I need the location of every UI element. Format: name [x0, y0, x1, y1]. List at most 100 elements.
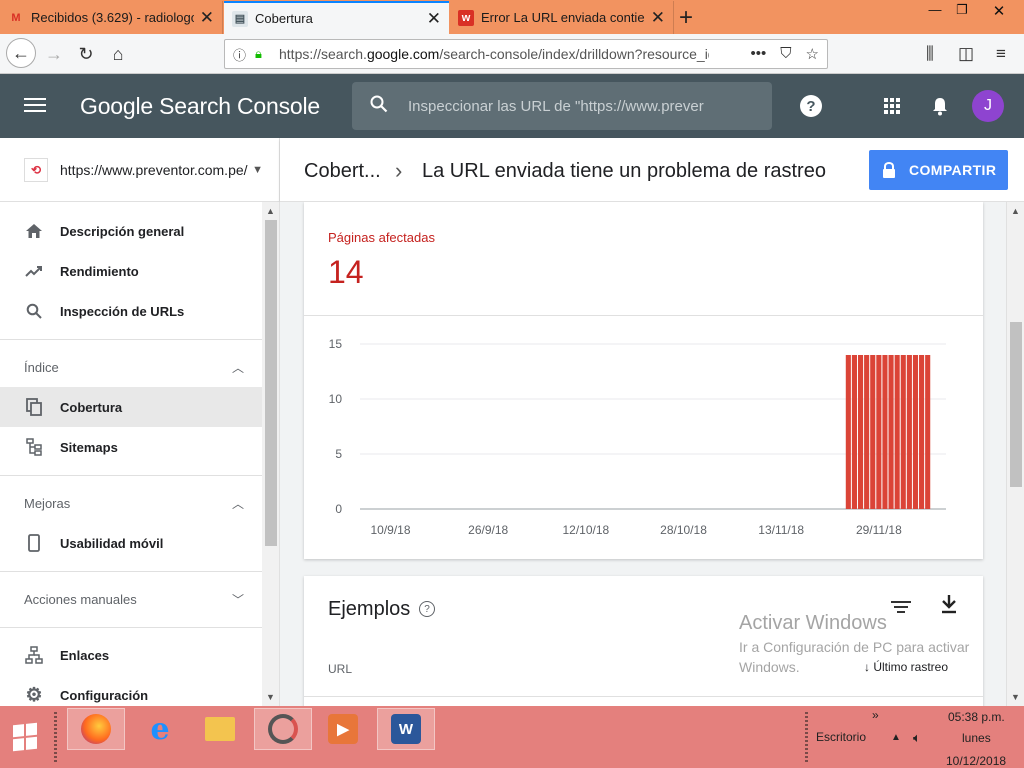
show-hidden-icons-icon[interactable]: ▲	[891, 732, 901, 743]
y-tick-label: 15	[329, 337, 343, 351]
sidebar-item-url-inspection[interactable]: Inspección de URLs	[0, 291, 262, 331]
url-inspection-search-input[interactable]: Inspeccionar las URL de "https://www.pre…	[352, 82, 772, 130]
clock-time[interactable]: 05:38 p.m.	[948, 710, 1005, 724]
apps-grid-icon[interactable]	[880, 94, 904, 118]
clock-day[interactable]: lunes	[962, 731, 991, 745]
scroll-up-icon[interactable]: ▲	[1011, 206, 1020, 216]
close-icon[interactable]: ✕	[651, 8, 665, 28]
clock-date[interactable]: 10/12/2018	[946, 754, 1006, 768]
windows-activation-watermark-title: Activar Windows	[739, 612, 887, 634]
chart-bar	[906, 355, 912, 509]
sidebar-section-manual-actions[interactable]: Acciones manuales ﹀	[0, 579, 262, 619]
breadcrumb-parent-link[interactable]: Cobert...	[304, 160, 381, 183]
page-title: La URL enviada tiene un problema de rast…	[422, 160, 826, 182]
download-icon[interactable]	[940, 594, 958, 619]
scroll-down-icon[interactable]: ▼	[1011, 692, 1020, 702]
library-icon[interactable]: ⫼	[926, 44, 934, 64]
info-icon[interactable]: ⓘ	[233, 45, 251, 64]
section-label: Mejoras	[24, 495, 71, 511]
share-button[interactable]: COMPARTIR	[869, 150, 1008, 190]
tab-title: Recibidos (3.629) - radiologose	[31, 10, 194, 25]
desktop-toolbar-label[interactable]: Escritorio	[816, 730, 866, 744]
forward-button[interactable]: →	[40, 40, 68, 68]
divider	[304, 696, 983, 697]
avatar[interactable]: J	[972, 90, 1004, 122]
sidebar-section-improvements[interactable]: Mejoras ︿	[0, 483, 262, 523]
pocket-icon[interactable]: ⛉	[780, 45, 791, 63]
volume-icon[interactable]: 🔈︎	[913, 730, 921, 746]
taskbar-app-sync[interactable]	[254, 708, 312, 750]
sidebar-scrollbar[interactable]: ▲ ▼	[262, 202, 280, 706]
taskbar-app-file-explorer[interactable]	[191, 708, 249, 750]
menu-icon[interactable]: ≡	[996, 44, 1006, 64]
x-tick-label: 26/9/18	[468, 523, 508, 537]
url-bar[interactable]: ⓘ 🔒︎ https://search.google.com/search-co…	[224, 39, 828, 69]
close-icon[interactable]: ✕	[200, 8, 214, 28]
filter-icon[interactable]	[890, 598, 912, 616]
tab-error[interactable]: w Error La URL enviada contiene ✕	[450, 1, 674, 34]
minimize-button[interactable]: —	[920, 2, 950, 17]
tab-cobertura[interactable]: ▤ Cobertura ✕	[224, 1, 449, 34]
start-button[interactable]	[0, 706, 50, 768]
y-tick-label: 0	[335, 502, 342, 516]
chevron-up-icon: ︿	[231, 496, 244, 511]
taskbar-app-firefox[interactable]	[67, 708, 125, 750]
new-tab-button[interactable]: +	[679, 4, 693, 32]
sidebar-item-mobile-usability[interactable]: Usabilidad móvil	[0, 523, 262, 563]
more-icon[interactable]: •••	[751, 45, 767, 63]
links-icon	[24, 645, 44, 665]
sidebar-item-sitemaps[interactable]: Sitemaps	[0, 427, 262, 467]
sidebar-item-performance[interactable]: Rendimiento	[0, 251, 262, 291]
lock-icon	[881, 162, 897, 178]
y-tick-label: 5	[335, 447, 342, 461]
chevron-down-icon: ▼	[252, 163, 263, 176]
scrollbar-thumb[interactable]	[1010, 322, 1022, 487]
main-scrollbar[interactable]: ▲ ▼	[1006, 202, 1024, 706]
breadcrumb: Cobert... › La URL enviada tiene un prob…	[280, 138, 1024, 202]
hamburger-menu-icon[interactable]	[24, 94, 46, 118]
sidebar-item-label: Rendimiento	[60, 263, 139, 279]
sidebar-item-label: Usabilidad móvil	[60, 535, 164, 551]
scrollbar-thumb[interactable]	[265, 220, 277, 546]
column-header-url[interactable]: URL	[328, 662, 352, 676]
chart-bar	[845, 355, 851, 509]
search-placeholder: Inspeccionar las URL de "https://www.pre…	[408, 97, 704, 115]
back-button[interactable]: ←	[6, 38, 36, 68]
reload-button[interactable]: ↻	[72, 40, 100, 68]
y-tick-label: 10	[329, 392, 343, 406]
sidebar-item-settings[interactable]: ⚙ Configuración	[0, 675, 262, 706]
scroll-up-icon[interactable]: ▲	[266, 206, 275, 216]
sidebar-section-index[interactable]: Índice ︿	[0, 347, 262, 387]
sidebar-icon[interactable]: ◫	[958, 44, 974, 64]
home-button[interactable]: ⌂	[104, 40, 132, 68]
tab-title: Cobertura	[255, 11, 313, 26]
navigation-bar: ← → ↻ ⌂ ⓘ 🔒︎ https://search.google.com/s…	[0, 34, 1024, 74]
taskbar-app-word[interactable]: W	[377, 708, 435, 750]
lock-icon[interactable]: 🔒︎	[255, 46, 271, 62]
help-icon[interactable]: ?	[800, 95, 822, 117]
sitemap-icon	[24, 437, 44, 457]
restore-button[interactable]: ❐	[947, 2, 977, 18]
examples-title: Ejemplos	[328, 598, 411, 620]
x-tick-label: 12/10/18	[562, 523, 609, 537]
sidebar-item-coverage[interactable]: Cobertura	[0, 387, 262, 427]
close-window-button[interactable]: ✕	[984, 2, 1014, 20]
tab-gmail[interactable]: M Recibidos (3.629) - radiologose ✕	[0, 1, 223, 34]
sidebar-nav: Descripción general Rendimiento Inspecci…	[0, 202, 262, 706]
taskbar-app-internet-explorer[interactable]: e	[131, 708, 189, 750]
divider	[0, 339, 262, 340]
windows-activation-watermark-text: Ir a Configuración de PC para activar Wi…	[739, 639, 970, 675]
help-icon[interactable]: ?	[419, 601, 435, 617]
close-icon[interactable]: ✕	[427, 9, 441, 29]
gear-icon: ⚙	[25, 684, 43, 706]
scroll-down-icon[interactable]: ▼	[266, 692, 275, 702]
notifications-bell-icon[interactable]	[928, 94, 952, 118]
search-icon	[370, 95, 390, 118]
chevron-right-icon[interactable]: »	[872, 708, 879, 722]
sidebar-item-overview[interactable]: Descripción general	[0, 211, 262, 251]
sidebar-item-links[interactable]: Enlaces	[0, 635, 262, 675]
property-selector[interactable]: ⟲ https://www.preventor.com.pe/ ▼	[0, 138, 280, 202]
main-content: Páginas afectadas 14 0 5 10 15 10/9/18 26/9/1…	[280, 202, 1006, 706]
star-icon[interactable]: ☆	[806, 45, 819, 63]
taskbar-app-media-player[interactable]: ▶	[314, 708, 372, 750]
